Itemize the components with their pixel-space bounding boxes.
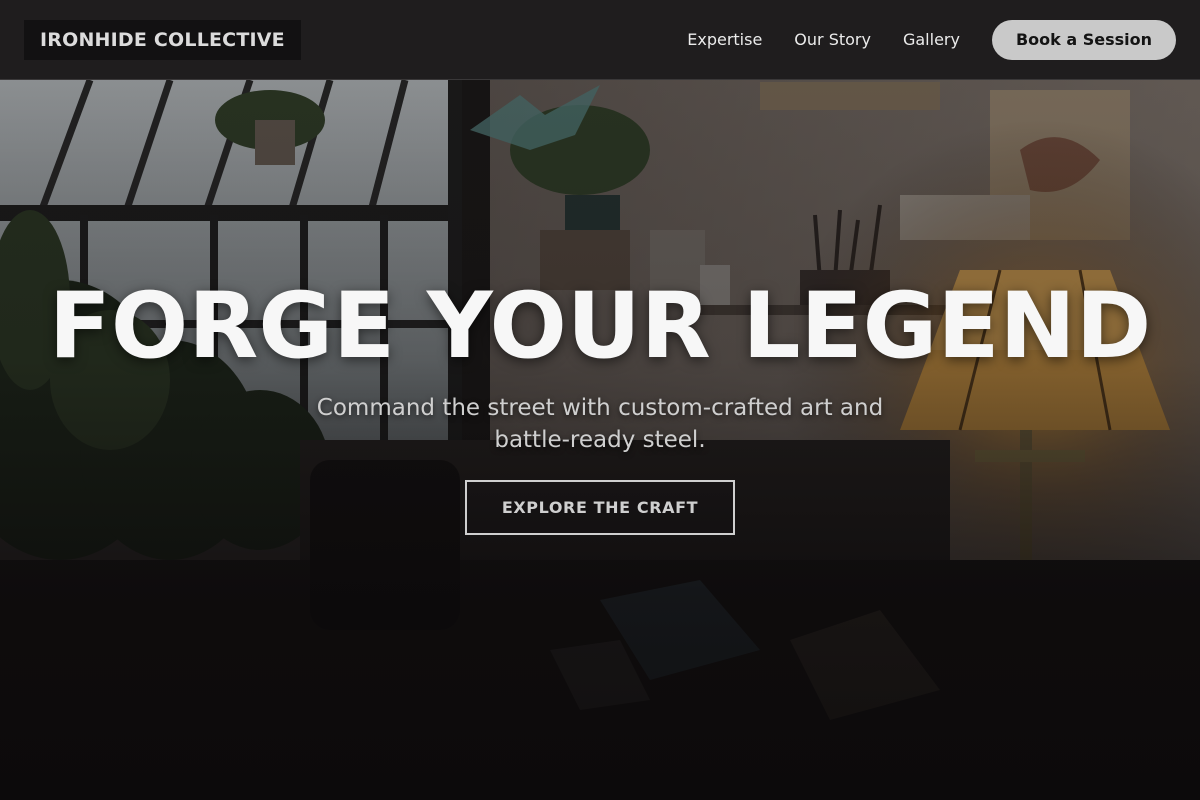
nav-link-gallery[interactable]: Gallery	[903, 30, 960, 49]
brand-logo[interactable]: IRONHIDE COLLECTIVE	[24, 19, 301, 60]
main-nav: Expertise Our Story Gallery Book a Sessi…	[687, 19, 1176, 60]
hero-title: FORGE YOUR LEGEND	[48, 274, 1152, 379]
nav-link-our-story[interactable]: Our Story	[794, 30, 871, 49]
explore-craft-button[interactable]: EXPLORE THE CRAFT	[465, 480, 735, 535]
landing-page: IRONHIDE COLLECTIVE Expertise Our Story …	[0, 0, 1200, 800]
hero-section: FORGE YOUR LEGEND Command the street wit…	[0, 0, 1200, 800]
site-header: IRONHIDE COLLECTIVE Expertise Our Story …	[0, 0, 1200, 80]
book-session-button[interactable]: Book a Session	[991, 19, 1176, 60]
hero-subtitle: Command the street with custom-crafted a…	[316, 395, 884, 453]
nav-link-expertise[interactable]: Expertise	[687, 30, 762, 49]
